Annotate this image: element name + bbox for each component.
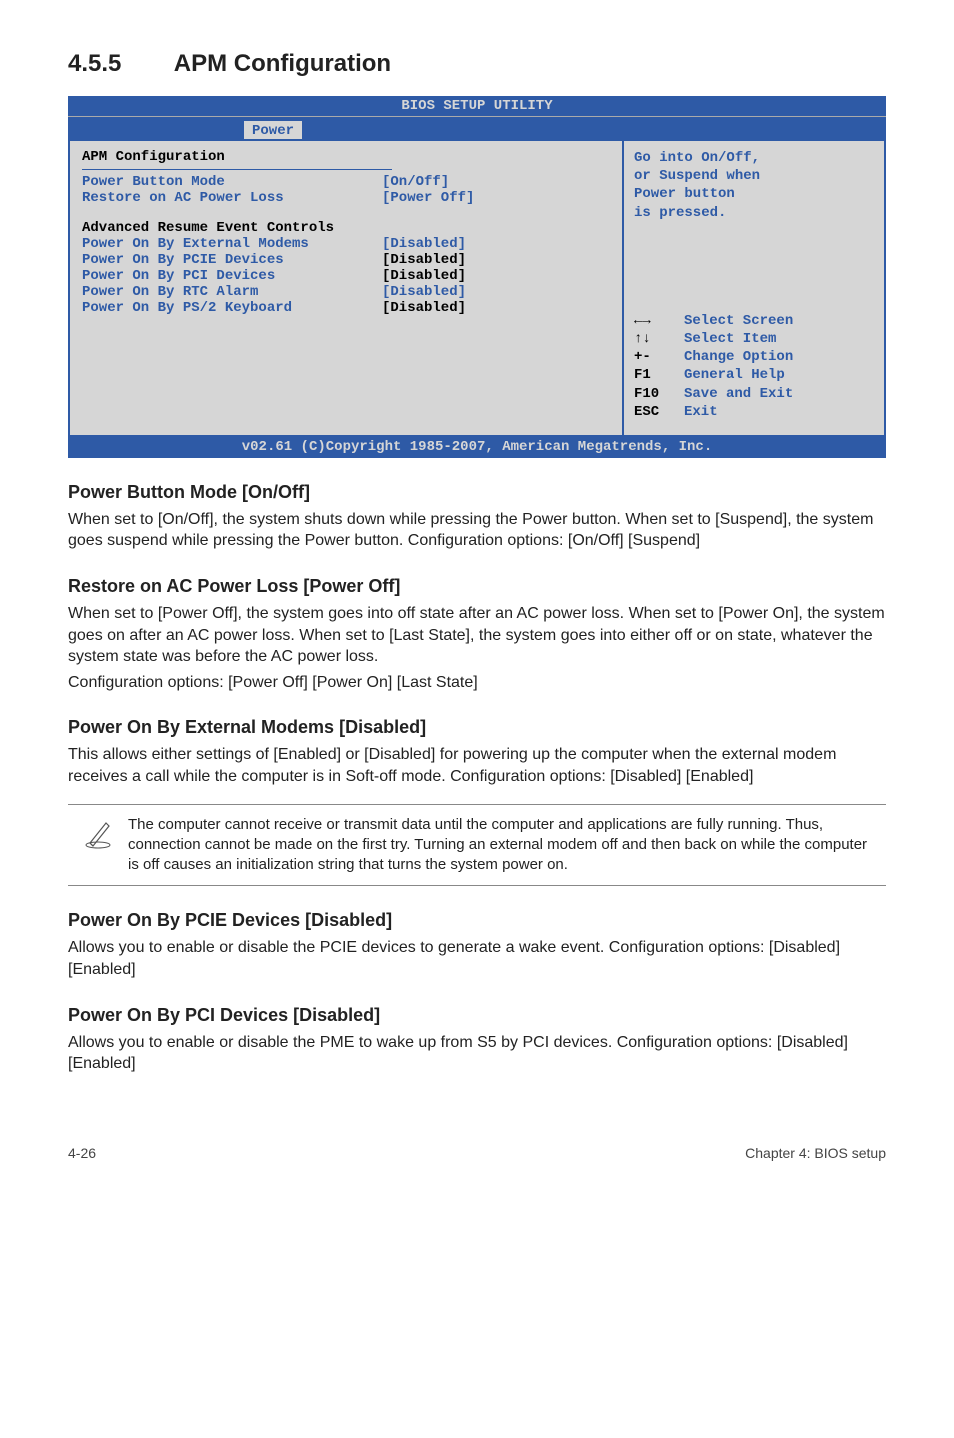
bios-title: BIOS SETUP UTILITY xyxy=(68,96,886,117)
paragraph: Allows you to enable or disable the PCIE… xyxy=(68,937,886,980)
paragraph: Allows you to enable or disable the PME … xyxy=(68,1032,886,1075)
bios-right-pane: Go into On/Off, or Suspend when Power bu… xyxy=(624,141,886,435)
legend-key-plusminus: +- xyxy=(634,348,684,366)
help-line: is pressed. xyxy=(634,204,874,222)
bios-legend: ←→Select Screen ↑↓Select Item +-Change O… xyxy=(634,312,874,421)
setting-label: Restore on AC Power Loss xyxy=(82,190,382,206)
bios-group-title: Advanced Resume Event Controls xyxy=(82,220,610,236)
setting-pcie-devices[interactable]: Power On By PCIE Devices [Disabled] xyxy=(82,252,610,268)
paragraph: Configuration options: [Power Off] [Powe… xyxy=(68,672,886,694)
legend-key-updown: ↑↓ xyxy=(634,330,684,348)
page-footer: 4-26 Chapter 4: BIOS setup xyxy=(68,1145,886,1161)
legend-key-f10: F10 xyxy=(634,385,684,403)
bios-tab-power[interactable]: Power xyxy=(243,120,303,139)
note-text: The computer cannot receive or transmit … xyxy=(128,815,878,876)
bios-footer: v02.61 (C)Copyright 1985-2007, American … xyxy=(68,435,886,458)
legend-key-f1: F1 xyxy=(634,366,684,384)
legend-action: Save and Exit xyxy=(684,385,793,403)
setting-label: Power On By PS/2 Keyboard xyxy=(82,300,382,316)
section-title: APM Configuration xyxy=(174,50,391,77)
legend-action: General Help xyxy=(684,366,785,384)
bios-help-text: Go into On/Off, or Suspend when Power bu… xyxy=(634,149,874,222)
setting-power-button-mode[interactable]: Power Button Mode [On/Off] xyxy=(82,174,610,190)
legend-action: Select Item xyxy=(684,330,776,348)
setting-ext-modems[interactable]: Power On By External Modems [Disabled] xyxy=(82,236,610,252)
setting-value: [Disabled] xyxy=(382,300,466,316)
subheading-pcie: Power On By PCIE Devices [Disabled] xyxy=(68,910,886,931)
setting-rtc-alarm[interactable]: Power On By RTC Alarm [Disabled] xyxy=(82,284,610,300)
subheading-external-modems: Power On By External Modems [Disabled] xyxy=(68,717,886,738)
help-line: Power button xyxy=(634,185,874,203)
legend-action: Change Option xyxy=(684,348,793,366)
subheading-power-button-mode: Power Button Mode [On/Off] xyxy=(68,482,886,503)
bios-left-pane: APM Configuration Power Button Mode [On/… xyxy=(68,141,624,435)
section-number: 4.5.5 xyxy=(68,50,168,78)
legend-action: Exit xyxy=(684,403,718,421)
subheading-restore-ac: Restore on AC Power Loss [Power Off] xyxy=(68,576,886,597)
setting-label: Power On By PCIE Devices xyxy=(82,252,382,268)
setting-value: [Disabled] xyxy=(382,252,466,268)
chapter-label: Chapter 4: BIOS setup xyxy=(745,1145,886,1161)
setting-ps2-keyboard[interactable]: Power On By PS/2 Keyboard [Disabled] xyxy=(82,300,610,316)
setting-pci-devices[interactable]: Power On By PCI Devices [Disabled] xyxy=(82,268,610,284)
bios-tab-bar: Power xyxy=(68,117,886,139)
paragraph: When set to [Power Off], the system goes… xyxy=(68,603,886,668)
legend-key-arrows: ←→ xyxy=(634,312,684,330)
legend-action: Select Screen xyxy=(684,312,793,330)
help-line: Go into On/Off, xyxy=(634,149,874,167)
setting-label: Power On By External Modems xyxy=(82,236,382,252)
setting-value: [Power Off] xyxy=(382,190,474,206)
setting-label: Power On By RTC Alarm xyxy=(82,284,382,300)
paragraph: When set to [On/Off], the system shuts d… xyxy=(68,509,886,552)
bios-panel: BIOS SETUP UTILITY Power APM Configurati… xyxy=(68,96,886,458)
setting-label: Power On By PCI Devices xyxy=(82,268,382,284)
setting-value: [Disabled] xyxy=(382,236,466,252)
bios-section-apm: APM Configuration xyxy=(82,149,610,165)
page-number: 4-26 xyxy=(68,1145,96,1161)
help-line: or Suspend when xyxy=(634,167,874,185)
subheading-pci: Power On By PCI Devices [Disabled] xyxy=(68,1005,886,1026)
legend-key-esc: ESC xyxy=(634,403,684,421)
setting-label: Power Button Mode xyxy=(82,174,382,190)
setting-value: [On/Off] xyxy=(382,174,449,190)
setting-value: [Disabled] xyxy=(382,284,466,300)
note-box: The computer cannot receive or transmit … xyxy=(68,804,886,887)
setting-value: [Disabled] xyxy=(382,268,466,284)
paragraph: This allows either settings of [Enabled]… xyxy=(68,744,886,787)
setting-restore-ac-loss[interactable]: Restore on AC Power Loss [Power Off] xyxy=(82,190,610,206)
section-heading: 4.5.5 APM Configuration xyxy=(68,50,886,78)
pencil-icon xyxy=(68,815,128,876)
